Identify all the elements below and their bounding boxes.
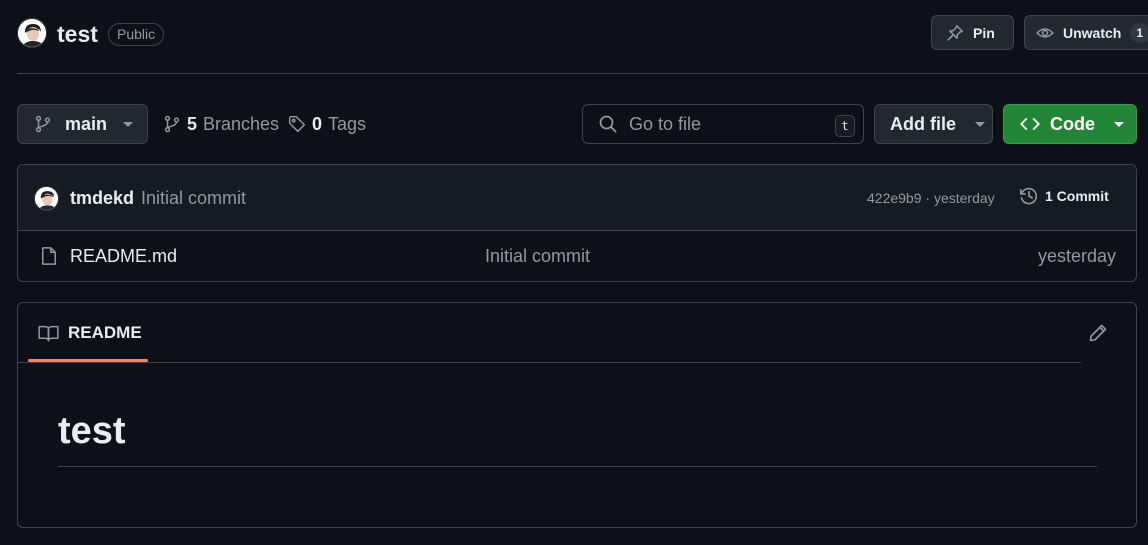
pin-button[interactable]: Pin: [931, 15, 1014, 50]
git-branch-icon: [34, 115, 52, 133]
git-branch-icon: [163, 115, 181, 133]
readme-heading: test: [58, 410, 126, 452]
eye-icon: [1036, 24, 1054, 42]
repo-name[interactable]: test: [57, 19, 98, 49]
tags-label: Tags: [328, 113, 367, 134]
latest-commit-bar: tmdekd Initial commit 422e9b9 · yesterda…: [18, 165, 1136, 231]
file-browser: tmdekd Initial commit 422e9b9 · yesterda…: [17, 164, 1137, 282]
chevron-down-icon: [975, 121, 985, 127]
commit-history-link[interactable]: 1 Commit: [1019, 186, 1109, 206]
pin-icon: [946, 24, 964, 42]
visibility-badge: Public: [108, 23, 165, 46]
unwatch-label: Unwatch: [1063, 24, 1122, 41]
branches-count: 5: [187, 113, 198, 134]
repo-header: test Public Pin Unwatch 1: [0, 0, 1148, 74]
pencil-icon: [1088, 323, 1108, 343]
code-label: Code: [1050, 113, 1095, 134]
tag-icon: [288, 115, 306, 133]
commit-author-avatar[interactable]: [34, 186, 59, 211]
add-file-label: Add file: [890, 113, 956, 134]
chevron-down-icon: [123, 121, 134, 127]
commit-count-label: 1 Commit: [1045, 188, 1109, 204]
branch-name: main: [65, 113, 108, 134]
edit-readme-button[interactable]: [1088, 323, 1108, 343]
file-commit-message[interactable]: Initial commit: [485, 246, 590, 267]
book-icon: [38, 324, 59, 342]
search-icon: [598, 114, 618, 134]
branch-selector[interactable]: main: [17, 104, 148, 144]
tab-readme[interactable]: README: [29, 303, 148, 363]
owner-avatar[interactable]: [17, 18, 47, 48]
pin-label: Pin: [973, 24, 995, 41]
readme-tab-label: README: [68, 323, 142, 342]
code-button[interactable]: Code: [1003, 104, 1137, 144]
tags-link[interactable]: 0 Tags: [288, 112, 366, 136]
file-icon: [39, 246, 59, 266]
add-file-button[interactable]: Add file: [874, 104, 993, 144]
header-divider: [17, 73, 1148, 74]
commit-message[interactable]: Initial commit: [141, 188, 246, 209]
branches-link[interactable]: 5 Branches: [163, 112, 279, 136]
shortcut-hint: t: [835, 115, 855, 137]
watch-count: 1: [1130, 22, 1148, 43]
history-icon: [1019, 186, 1039, 206]
commit-author[interactable]: tmdekd: [70, 188, 134, 209]
readme-tab-divider: [18, 362, 1081, 363]
file-name[interactable]: README.md: [70, 246, 177, 267]
search-input[interactable]: [629, 113, 824, 135]
tags-count: 0: [312, 113, 323, 134]
heading-divider: [58, 466, 1097, 467]
readme-panel: README test: [17, 302, 1137, 528]
go-to-file-search[interactable]: t: [582, 104, 864, 144]
code-icon: [1020, 115, 1040, 133]
file-row[interactable]: README.md Initial commit yesterday: [18, 231, 1136, 281]
file-updated-time: yesterday: [1037, 246, 1116, 266]
chevron-down-icon: [1114, 121, 1124, 127]
branches-label: Branches: [203, 113, 280, 134]
unwatch-button[interactable]: Unwatch 1: [1024, 15, 1148, 50]
commit-hash-and-time[interactable]: 422e9b9 · yesterday: [867, 190, 995, 206]
